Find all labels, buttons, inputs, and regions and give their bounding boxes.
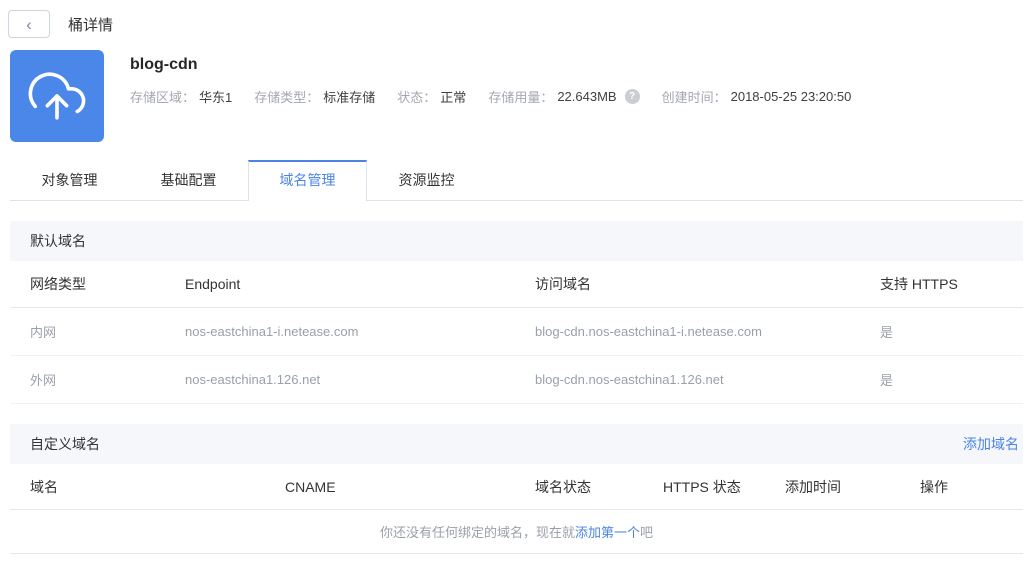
- custom-domains-section-bar: 自定义域名 添加域名: [10, 424, 1023, 464]
- col-endpoint: Endpoint: [185, 276, 241, 292]
- meta-value: 2018-05-25 23:20:50: [730, 89, 852, 104]
- col-domain: 域名: [30, 478, 58, 495]
- default-domains-table-header: 网络类型 Endpoint 访问域名 支持 HTTPS: [10, 261, 1023, 308]
- col-domain-status: 域名状态: [535, 478, 591, 495]
- tab-bar: 对象管理 基础配置 域名管理 资源监控: [10, 160, 1023, 201]
- meta-created-time: 创建时间： 2018-05-25 23:20:50: [662, 87, 852, 106]
- cell-https-support: 是: [880, 373, 894, 388]
- default-domains-section-bar: 默认域名: [10, 221, 1023, 261]
- add-first-domain-link[interactable]: 添加第一个: [575, 522, 640, 541]
- col-actions: 操作: [920, 478, 948, 495]
- col-network-type: 网络类型: [30, 276, 86, 292]
- table-row-intranet: 内网 nos-eastchina1-i.netease.com blog-cdn…: [10, 308, 1023, 356]
- cell-network-type: 内网: [30, 325, 57, 340]
- default-domains-section-title: 默认域名: [30, 233, 86, 249]
- meta-storage-type: 存储类型： 标准存储: [254, 87, 375, 106]
- empty-state-text-suffix: 吧: [640, 525, 654, 540]
- bucket-cloud-upload-icon: [10, 50, 104, 142]
- meta-label: 状态：: [397, 90, 437, 105]
- meta-value: 标准存储: [323, 90, 376, 105]
- custom-domains-section-title: 自定义域名: [30, 436, 100, 452]
- meta-value: 正常: [440, 90, 467, 105]
- tab-basic-config[interactable]: 基础配置: [129, 160, 248, 200]
- back-button[interactable]: ‹: [8, 10, 50, 38]
- cell-endpoint: nos-eastchina1-i.netease.com: [185, 324, 359, 339]
- col-access-domain: 访问域名: [535, 276, 591, 292]
- meta-storage-usage: 存储用量： 22.643MB ?: [488, 87, 640, 106]
- meta-value: 22.643MB: [557, 89, 617, 104]
- cell-access-domain: blog-cdn.nos-eastchina1-i.netease.com: [535, 324, 762, 339]
- help-icon[interactable]: ?: [624, 89, 640, 104]
- bucket-meta: 存储区域： 华东1 存储类型： 标准存储 状态： 正常 存储用量： 22.643…: [130, 87, 873, 106]
- meta-label: 存储类型：: [254, 90, 320, 105]
- tab-resource-monitor[interactable]: 资源监控: [367, 160, 486, 200]
- bucket-detail: blog-cdn 存储区域： 华东1 存储类型： 标准存储 状态： 正常 存储用…: [130, 50, 873, 142]
- cell-endpoint: nos-eastchina1.126.net: [185, 372, 321, 387]
- chevron-left-icon: ‹: [26, 14, 32, 34]
- cell-https-support: 是: [880, 325, 894, 340]
- meta-storage-region: 存储区域： 华东1: [130, 87, 232, 106]
- meta-label: 创建时间：: [661, 90, 727, 105]
- tab-domain-management[interactable]: 域名管理: [248, 160, 367, 201]
- cell-access-domain: blog-cdn.nos-eastchina1.126.net: [535, 372, 724, 387]
- col-https-support: 支持 HTTPS: [880, 276, 958, 292]
- meta-label: 存储用量：: [488, 90, 554, 105]
- bucket-name: blog-cdn: [130, 56, 198, 73]
- meta-label: 存储区域：: [130, 90, 196, 105]
- page-title: 桶详情: [68, 16, 114, 34]
- custom-domains-empty-state: 你还没有任何绑定的域名，现在就 添加第一个吧: [10, 510, 1023, 554]
- empty-state-text: 你还没有任何绑定的域名，现在就: [379, 525, 575, 540]
- top-header: ‹ 桶详情: [0, 0, 1033, 38]
- col-https-status: HTTPS 状态: [663, 478, 741, 495]
- add-domain-button[interactable]: 添加域名: [963, 434, 1019, 454]
- custom-domains-table-header: 域名 CNAME 域名状态 HTTPS 状态 添加时间 操作: [10, 464, 1023, 510]
- col-cname: CNAME: [285, 478, 336, 495]
- col-add-time: 添加时间: [785, 478, 841, 495]
- meta-value: 华东1: [199, 90, 233, 105]
- meta-status: 状态： 正常: [397, 87, 466, 106]
- cell-network-type: 外网: [30, 373, 57, 388]
- table-row-extranet: 外网 nos-eastchina1.126.net blog-cdn.nos-e…: [10, 356, 1023, 404]
- bucket-info: blog-cdn 存储区域： 华东1 存储类型： 标准存储 状态： 正常 存储用…: [10, 50, 1023, 142]
- tab-object-management[interactable]: 对象管理: [10, 160, 129, 200]
